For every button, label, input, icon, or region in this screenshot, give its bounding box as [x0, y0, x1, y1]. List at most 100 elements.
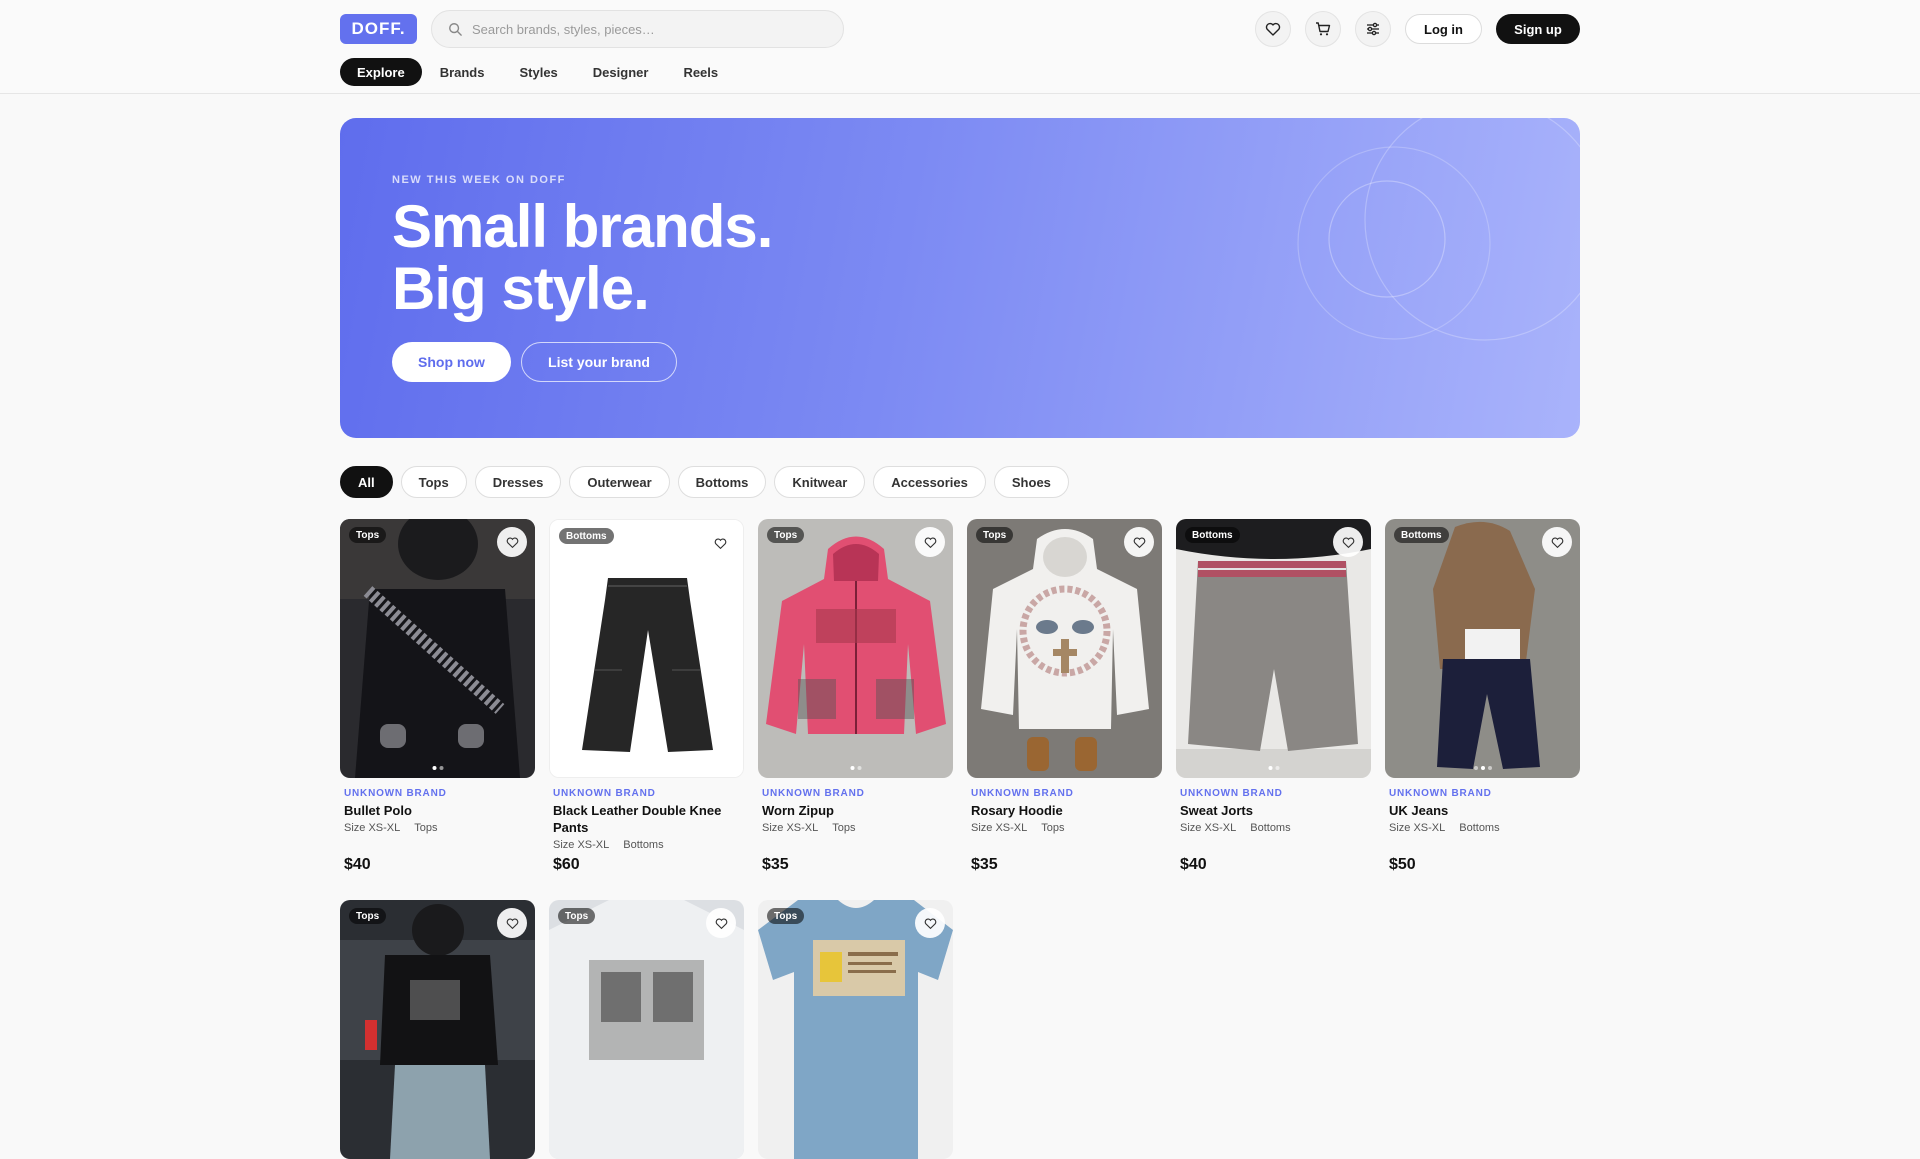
product-title[interactable]: UK Jeans — [1389, 802, 1576, 819]
favorite-button[interactable] — [915, 908, 945, 938]
product-image[interactable]: Bottoms — [1385, 519, 1580, 778]
product-card[interactable]: Tops — [758, 900, 953, 1159]
heart-icon — [924, 918, 936, 929]
search-icon — [449, 23, 462, 36]
logo[interactable]: DOFF. — [340, 14, 417, 44]
filter-all[interactable]: All — [340, 466, 393, 498]
product-price: $35 — [762, 856, 789, 873]
nav-reels[interactable]: Reels — [666, 58, 735, 86]
product-title[interactable]: Bullet Polo — [344, 802, 531, 819]
filter-knitwear[interactable]: Knitwear — [774, 466, 866, 498]
filter-button[interactable] — [1355, 11, 1391, 47]
filter-bottoms[interactable]: Bottoms — [677, 466, 767, 498]
favorite-button[interactable] — [497, 908, 527, 938]
heart-icon — [714, 538, 726, 549]
category-tag: Tops — [349, 527, 387, 543]
product-photo — [1176, 519, 1371, 778]
heart-icon — [715, 918, 727, 929]
product-image[interactable]: Bottoms — [549, 519, 744, 778]
product-meta: Size XS-XL Tops — [971, 822, 1162, 834]
image-pagination-dots — [432, 766, 443, 770]
product-price: $40 — [1180, 856, 1207, 873]
list-your-brand-button[interactable]: List your brand — [521, 342, 677, 382]
product-card[interactable]: Tops — [340, 900, 535, 1159]
heart-icon — [1265, 22, 1281, 36]
favorite-button[interactable] — [1124, 527, 1154, 557]
favorite-button[interactable] — [1542, 527, 1572, 557]
product-meta: Size XS-XL Tops — [344, 822, 535, 834]
product-photo — [550, 520, 743, 777]
product-card[interactable]: Bottoms UNKNOWN BRAND UK Jeans Size XS-X… — [1385, 519, 1580, 873]
product-image[interactable]: Tops — [340, 900, 535, 1159]
product-card[interactable]: Tops UNKNOWN BRAND Worn Zipup Size XS-XL… — [758, 519, 953, 873]
product-size: Size XS-XL — [553, 839, 610, 851]
wishlist-button[interactable] — [1255, 11, 1291, 47]
filter-outerwear[interactable]: Outerwear — [569, 466, 670, 498]
heart-icon — [506, 918, 518, 929]
product-brand[interactable]: UNKNOWN BRAND — [971, 788, 1162, 799]
category-tag: Tops — [767, 908, 805, 924]
product-image[interactable]: Tops — [758, 519, 953, 778]
product-meta: Size XS-XL Bottoms — [553, 839, 744, 851]
product-card[interactable]: Tops UNKNOWN BRAND Rosary Hoodie Size XS… — [967, 519, 1162, 873]
product-card[interactable]: Tops — [549, 900, 744, 1159]
cart-button[interactable] — [1305, 11, 1341, 47]
product-brand[interactable]: UNKNOWN BRAND — [1180, 788, 1371, 799]
shop-now-button[interactable]: Shop now — [392, 342, 511, 382]
product-title[interactable]: Sweat Jorts — [1180, 802, 1367, 819]
product-title[interactable]: Black Leather Double Knee Pants — [553, 802, 740, 836]
product-image[interactable]: Tops — [967, 519, 1162, 778]
favorite-button[interactable] — [915, 527, 945, 557]
favorite-button[interactable] — [497, 527, 527, 557]
product-size: Size XS-XL — [971, 822, 1028, 834]
nav-explore[interactable]: Explore — [340, 58, 422, 86]
product-brand[interactable]: UNKNOWN BRAND — [553, 788, 744, 799]
product-price: $40 — [344, 856, 371, 873]
product-meta: Size XS-XL Tops — [762, 822, 953, 834]
category-tag: Tops — [976, 527, 1014, 543]
search-bar[interactable] — [431, 10, 844, 48]
filter-dresses[interactable]: Dresses — [474, 466, 562, 498]
nav-designer[interactable]: Designer — [576, 58, 666, 86]
filter-sliders-icon — [1367, 22, 1379, 36]
filter-tops[interactable]: Tops — [400, 466, 467, 498]
product-category: Bottoms — [1459, 822, 1500, 834]
image-pagination-dots — [850, 766, 861, 770]
favorite-button[interactable] — [705, 528, 735, 558]
category-tag: Bottoms — [559, 528, 614, 544]
product-card[interactable]: Bottoms UNKNOWN BRAND Sweat Jorts Size X… — [1176, 519, 1371, 873]
product-brand[interactable]: UNKNOWN BRAND — [1389, 788, 1580, 799]
product-brand[interactable]: UNKNOWN BRAND — [344, 788, 535, 799]
product-card[interactable]: Bottoms UNKNOWN BRAND Black Leather Doub… — [549, 519, 744, 873]
product-photo — [340, 900, 535, 1159]
product-card[interactable]: Tops UNKNOWN BRAND Bullet Polo Size XS-X… — [340, 519, 535, 873]
category-tag: Tops — [767, 527, 805, 543]
hero-title: Small brands. Big style. — [392, 196, 773, 320]
category-tag: Bottoms — [1394, 527, 1449, 543]
favorite-button[interactable] — [1333, 527, 1363, 557]
product-image[interactable]: Tops — [758, 900, 953, 1159]
product-photo — [758, 900, 953, 1159]
login-button[interactable]: Log in — [1405, 14, 1482, 44]
product-photo — [1385, 519, 1580, 778]
product-title[interactable]: Worn Zipup — [762, 802, 949, 819]
filter-accessories[interactable]: Accessories — [873, 466, 986, 498]
product-image[interactable]: Bottoms — [1176, 519, 1371, 778]
product-title[interactable]: Rosary Hoodie — [971, 802, 1158, 819]
search-input[interactable] — [472, 21, 812, 37]
filter-shoes[interactable]: Shoes — [993, 466, 1069, 498]
product-category: Bottoms — [1250, 822, 1291, 834]
product-image[interactable]: Tops — [340, 519, 535, 778]
product-photo — [340, 519, 535, 778]
nav-styles[interactable]: Styles — [502, 58, 574, 86]
nav-brands[interactable]: Brands — [423, 58, 502, 86]
product-price: $50 — [1389, 856, 1416, 873]
favorite-button[interactable] — [706, 908, 736, 938]
product-category: Tops — [1041, 822, 1065, 834]
heart-icon — [1551, 537, 1563, 548]
signup-button[interactable]: Sign up — [1496, 14, 1580, 44]
product-image[interactable]: Tops — [549, 900, 744, 1159]
product-brand[interactable]: UNKNOWN BRAND — [762, 788, 953, 799]
heart-icon — [1133, 537, 1145, 548]
heart-icon — [924, 537, 936, 548]
